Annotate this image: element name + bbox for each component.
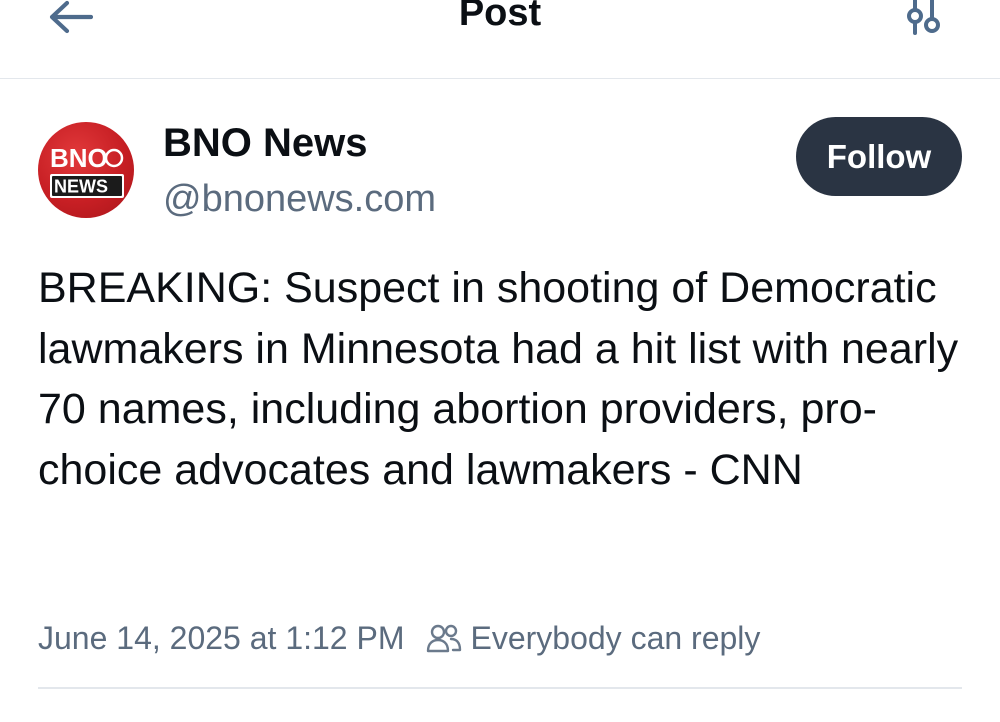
page-title: Post <box>458 0 542 34</box>
people-icon <box>426 623 462 653</box>
post-meta: June 14, 2025 at 1:12 PM Everybody can r… <box>38 616 760 660</box>
sliders-icon <box>903 0 943 42</box>
author-name[interactable]: BNO News <box>163 121 368 166</box>
globe-icon <box>104 148 124 168</box>
author-handle[interactable]: @bnonews.com <box>163 178 436 221</box>
avatar-text-bottom: NEWS <box>54 177 108 197</box>
reply-setting[interactable]: Everybody can reply <box>470 620 760 657</box>
post-text: BREAKING: Suspect in shooting of Democra… <box>38 264 959 494</box>
top-bar: Post <box>0 0 1000 79</box>
divider <box>38 687 962 689</box>
post-timestamp: June 14, 2025 at 1:12 PM <box>38 619 405 656</box>
avatar-text-top: BNO <box>50 143 108 173</box>
avatar[interactable]: BNO NEWS <box>38 122 134 218</box>
filter-button[interactable] <box>900 0 946 40</box>
follow-button[interactable]: Follow <box>796 117 962 196</box>
